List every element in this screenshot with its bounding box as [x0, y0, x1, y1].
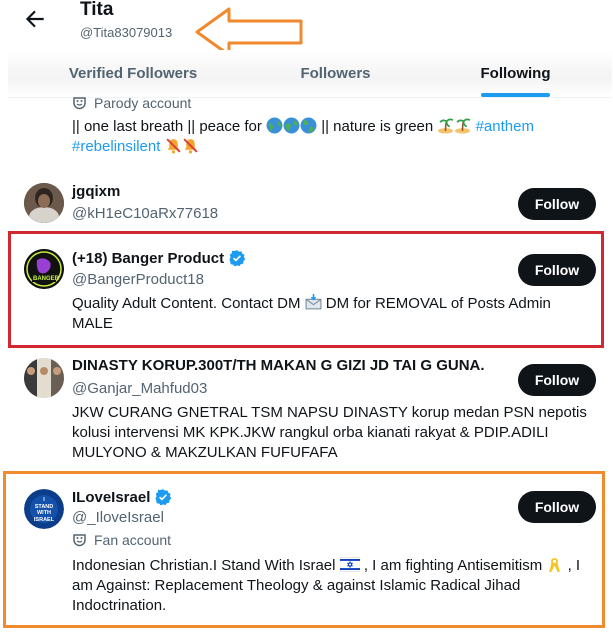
theater-masks-icon: [73, 97, 86, 110]
user-handle[interactable]: @kH1eC10aRx77618: [72, 205, 218, 222]
page-title: Tita: [80, 0, 114, 20]
user-name[interactable]: jgqixm: [72, 183, 120, 200]
highlight-box-red: [8, 231, 604, 348]
back-arrow-icon[interactable]: [22, 6, 48, 32]
globe-icon: [300, 117, 317, 134]
tab-label: Followers: [300, 65, 371, 82]
tab-label: Verified Followers: [68, 65, 198, 82]
account-label: Parody account: [72, 95, 191, 111]
avatar[interactable]: [24, 183, 64, 223]
hashtag-link[interactable]: #anthem: [476, 118, 534, 135]
avatar[interactable]: [24, 358, 64, 398]
muted-bell-icon: [183, 138, 198, 154]
tab-followers[interactable]: Followers: [248, 50, 423, 97]
highlight-box-orange: [3, 471, 605, 628]
list-item[interactable]: DINASTY KORUP.300T/TH MAKAN G GIZI JD TA…: [8, 352, 612, 467]
profile-handle: @Tita83079013: [80, 25, 173, 40]
tab-bar: Verified Followers Followers Following: [8, 50, 612, 98]
avatar-image: [24, 183, 64, 223]
list-item[interactable]: jgqixm @kH1eC10aRx77618 Follow: [8, 177, 612, 232]
list-item[interactable]: Parody account || one last breath || pea…: [8, 95, 612, 177]
avatar-image: [24, 358, 64, 398]
follow-button[interactable]: Follow: [518, 364, 596, 396]
desert-island-icon: [438, 118, 454, 134]
globe-icon: [283, 117, 300, 134]
desert-island-icon: [455, 118, 471, 134]
user-bio: JKW CURANG GNETRAL TSM NAPSU DINASTY kor…: [72, 404, 587, 461]
muted-bell-icon: [166, 138, 181, 154]
profile-header: Tita @Tita83079013: [0, 0, 613, 57]
tab-verified-followers[interactable]: Verified Followers: [48, 50, 218, 97]
user-bio: || one last breath || peace for || natur…: [72, 117, 534, 155]
user-name[interactable]: DINASTY KORUP.300T/TH MAKAN G GIZI JD TA…: [72, 357, 485, 374]
globe-icon: [266, 117, 283, 134]
hashtag-link[interactable]: #rebelinsilent: [72, 138, 160, 155]
follow-button[interactable]: Follow: [518, 188, 596, 220]
tab-label: Following: [480, 65, 551, 82]
user-handle[interactable]: @Ganjar_Mahfud03: [72, 380, 207, 397]
tab-following[interactable]: Following: [453, 50, 578, 97]
